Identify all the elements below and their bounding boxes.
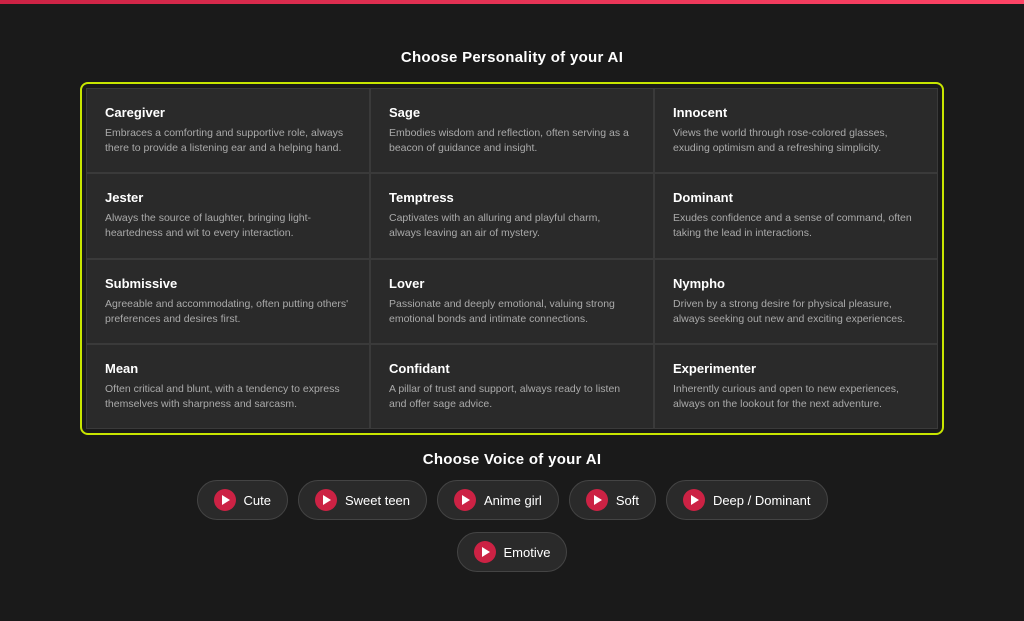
play-triangle xyxy=(222,495,230,505)
personality-card-title: Experimenter xyxy=(673,361,919,376)
voice-label: Emotive xyxy=(504,545,551,560)
personality-card-desc: A pillar of trust and support, always re… xyxy=(389,382,635,412)
play-triangle xyxy=(323,495,331,505)
play-icon xyxy=(683,489,705,511)
voice-btn-soft[interactable]: Soft xyxy=(569,480,656,520)
play-icon xyxy=(474,541,496,563)
voice-label: Anime girl xyxy=(484,493,542,508)
personality-card-desc: Driven by a strong desire for physical p… xyxy=(673,297,919,327)
personality-card-title: Temptress xyxy=(389,190,635,205)
personality-grid-wrapper: Caregiver Embraces a comforting and supp… xyxy=(80,82,944,436)
personality-card-innocent[interactable]: Innocent Views the world through rose-co… xyxy=(654,88,938,173)
personality-card-title: Dominant xyxy=(673,190,919,205)
personality-card-confidant[interactable]: Confidant A pillar of trust and support,… xyxy=(370,344,654,429)
personality-card-caregiver[interactable]: Caregiver Embraces a comforting and supp… xyxy=(86,88,370,173)
play-icon xyxy=(214,489,236,511)
personality-card-desc: Agreeable and accommodating, often putti… xyxy=(105,297,351,327)
play-triangle xyxy=(691,495,699,505)
personality-card-lover[interactable]: Lover Passionate and deeply emotional, v… xyxy=(370,259,654,344)
personality-card-dominant[interactable]: Dominant Exudes confidence and a sense o… xyxy=(654,173,938,258)
voice-label: Deep / Dominant xyxy=(713,493,811,508)
personality-card-nympho[interactable]: Nympho Driven by a strong desire for phy… xyxy=(654,259,938,344)
play-triangle xyxy=(482,547,490,557)
voice-label: Sweet teen xyxy=(345,493,410,508)
voice-buttons-row2: Emotive xyxy=(457,532,568,572)
personality-card-title: Sage xyxy=(389,105,635,120)
voice-btn-anime-girl[interactable]: Anime girl xyxy=(437,480,559,520)
main-container: Choose Personality of your AI Caregiver … xyxy=(0,39,1024,583)
personality-card-desc: Always the source of laughter, bringing … xyxy=(105,211,351,241)
personality-card-title: Lover xyxy=(389,276,635,291)
personality-card-title: Caregiver xyxy=(105,105,351,120)
personality-section-title: Choose Personality of your AI xyxy=(401,49,623,66)
personality-card-temptress[interactable]: Temptress Captivates with an alluring an… xyxy=(370,173,654,258)
personality-card-desc: Exudes confidence and a sense of command… xyxy=(673,211,919,241)
personality-card-desc: Passionate and deeply emotional, valuing… xyxy=(389,297,635,327)
voice-btn-sweet-teen[interactable]: Sweet teen xyxy=(298,480,427,520)
personality-card-desc: Inherently curious and open to new exper… xyxy=(673,382,919,412)
personality-grid: Caregiver Embraces a comforting and supp… xyxy=(86,88,938,430)
voice-buttons-row1: Cute Sweet teen Anime girl Soft Deep / D… xyxy=(197,480,828,520)
personality-card-desc: Embodies wisdom and reflection, often se… xyxy=(389,126,635,156)
personality-card-title: Innocent xyxy=(673,105,919,120)
personality-card-mean[interactable]: Mean Often critical and blunt, with a te… xyxy=(86,344,370,429)
personality-card-title: Jester xyxy=(105,190,351,205)
personality-card-desc: Captivates with an alluring and playful … xyxy=(389,211,635,241)
personality-card-jester[interactable]: Jester Always the source of laughter, br… xyxy=(86,173,370,258)
voice-label: Soft xyxy=(616,493,639,508)
personality-card-desc: Embraces a comforting and supportive rol… xyxy=(105,126,351,156)
voice-section: Choose Voice of your AI Cute Sweet teen … xyxy=(80,451,944,572)
play-triangle xyxy=(594,495,602,505)
personality-card-desc: Often critical and blunt, with a tendenc… xyxy=(105,382,351,412)
voice-section-title: Choose Voice of your AI xyxy=(423,451,602,468)
voice-btn-emotive[interactable]: Emotive xyxy=(457,532,568,572)
play-triangle xyxy=(462,495,470,505)
play-icon xyxy=(586,489,608,511)
personality-card-experimenter[interactable]: Experimenter Inherently curious and open… xyxy=(654,344,938,429)
voice-btn-deep--dominant[interactable]: Deep / Dominant xyxy=(666,480,828,520)
voice-btn-cute[interactable]: Cute xyxy=(197,480,288,520)
voice-label: Cute xyxy=(244,493,271,508)
play-icon xyxy=(454,489,476,511)
play-icon xyxy=(315,489,337,511)
personality-card-sage[interactable]: Sage Embodies wisdom and reflection, oft… xyxy=(370,88,654,173)
personality-card-title: Submissive xyxy=(105,276,351,291)
personality-card-title: Mean xyxy=(105,361,351,376)
personality-card-title: Nympho xyxy=(673,276,919,291)
personality-card-title: Confidant xyxy=(389,361,635,376)
personality-card-desc: Views the world through rose-colored gla… xyxy=(673,126,919,156)
personality-card-submissive[interactable]: Submissive Agreeable and accommodating, … xyxy=(86,259,370,344)
